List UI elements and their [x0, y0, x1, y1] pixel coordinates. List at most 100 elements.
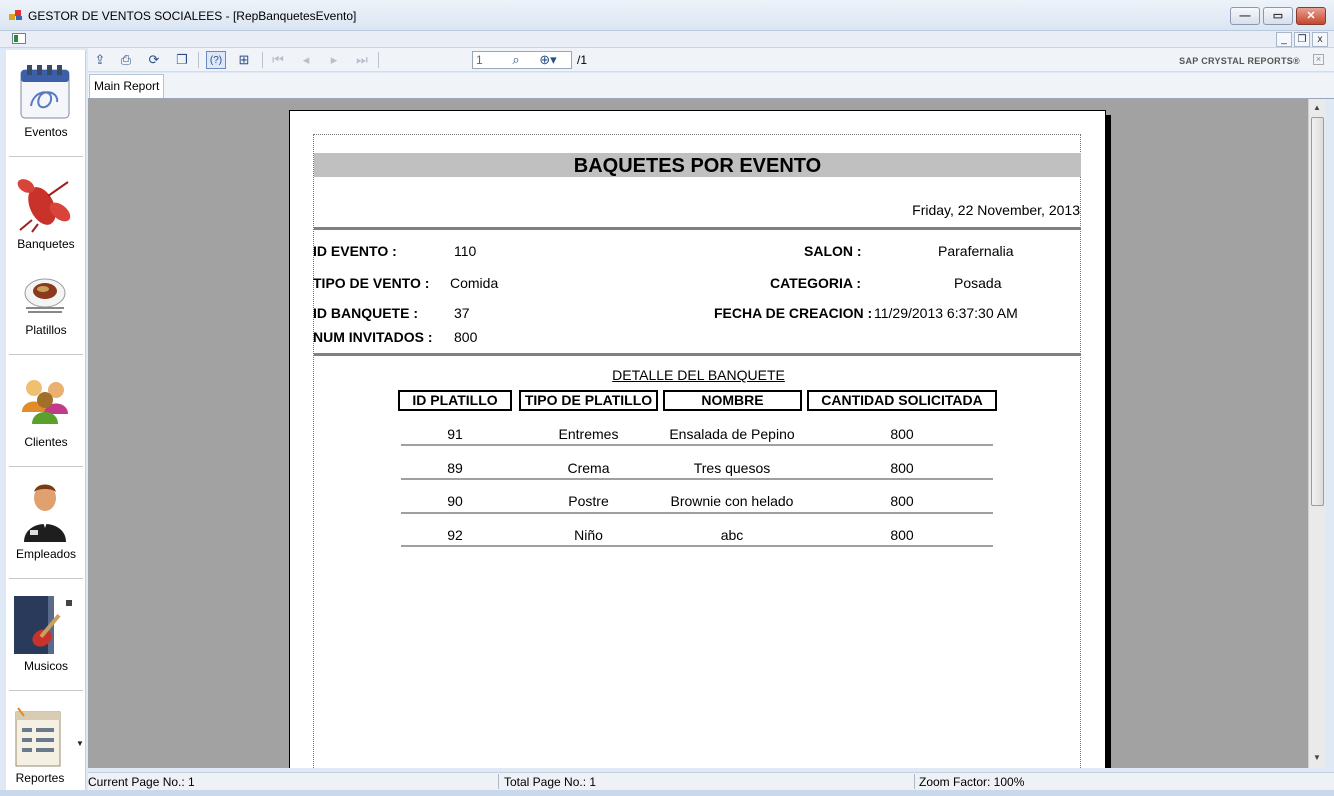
copy-icon[interactable]: ❐ [172, 51, 192, 69]
table-cell: Entremes [558, 426, 619, 442]
next-page-icon[interactable]: ▸ [324, 51, 344, 69]
column-header: CANTIDAD SOLICITADA [807, 390, 997, 411]
prev-page-icon[interactable]: ◂ [296, 51, 316, 69]
maximize-button[interactable]: ▭ [1263, 7, 1293, 25]
scroll-up-icon[interactable]: ▲ [1313, 103, 1321, 112]
refresh-icon[interactable]: ⟳ [144, 51, 164, 69]
sidebar-item-empleados[interactable]: Empleados [6, 478, 86, 564]
sidebar-label-platillos: Platillos [25, 323, 67, 337]
close-icon: ✕ [1306, 10, 1316, 22]
table-cell: 91 [447, 426, 463, 442]
sidebar-item-musicos[interactable]: Musicos [6, 590, 86, 676]
row-divider [401, 478, 993, 480]
tab-main-report[interactable]: Main Report [89, 74, 165, 98]
table-cell: 800 [890, 527, 914, 543]
table-cell: 800 [890, 460, 914, 476]
scroll-thumb[interactable] [1311, 117, 1324, 506]
first-page-icon[interactable]: ⏮ [268, 51, 288, 69]
table-cell: Brownie con helado [670, 493, 794, 509]
table-cell: Niño [574, 527, 603, 543]
child-restore-button[interactable]: ❐ [1294, 32, 1310, 47]
employee-icon [24, 484, 66, 542]
sidebar-item-reportes[interactable]: ▼ Reportes [6, 702, 86, 788]
report-viewer-toolbar: ⇪ ⎙ ⟳ ❐ (?) ⊞ ⏮ ◂ ▸ ⏭ /1 ⌕ ⊕▾ SAP CRYSTA… [88, 48, 1334, 72]
child-window-icon[interactable] [12, 33, 26, 44]
close-button[interactable]: ✕ [1296, 7, 1326, 25]
sidebar-label-empleados: Empleados [15, 547, 77, 561]
zoom-icon[interactable]: ⊕▾ [534, 51, 562, 69]
total-page-status: Total Page No.: 1 [504, 775, 597, 789]
fecha-creacion-value: 11/29/2013 6:37:30 AM [874, 305, 1018, 321]
salon-label: SALON : [804, 243, 862, 259]
window-title: GESTOR DE VENTOS SOCIALEES - [RepBanquet… [28, 9, 357, 23]
table-cell: abc [720, 527, 744, 543]
status-bar: Current Page No.: 1 Total Page No.: 1 Zo… [88, 772, 1334, 790]
tipo-evento-label: TIPO DE VENTO : [313, 275, 430, 291]
print-icon[interactable]: ⎙ [116, 51, 136, 69]
table-cell: 90 [447, 493, 463, 509]
minimize-icon: — [1239, 10, 1251, 22]
help-icon[interactable]: (?) [206, 51, 226, 69]
maximize-icon: ▭ [1272, 10, 1284, 22]
plate-icon [24, 278, 66, 313]
report-page: BAQUETES POR EVENTO Friday, 22 November,… [289, 110, 1106, 768]
export-icon[interactable]: ⇪ [90, 51, 110, 69]
table-cell: 800 [890, 493, 914, 509]
sidebar-label-musicos: Musicos [23, 659, 68, 673]
child-minimize-button[interactable]: _ [1276, 32, 1292, 47]
window-bottom-border [0, 790, 1334, 796]
id-evento-value: 110 [454, 243, 477, 259]
column-header: NOMBRE [663, 390, 802, 411]
app-icon [9, 10, 22, 20]
sidebar-divider [9, 354, 83, 355]
report-title-band: BAQUETES POR EVENTO [314, 153, 1081, 177]
sidebar-label-eventos: Eventos [24, 125, 68, 139]
report-date: Friday, 22 November, 2013 [912, 202, 1080, 218]
id-evento-label: ID EVENTO : [313, 243, 397, 259]
calendar-icon [20, 65, 70, 119]
id-banquete-label: ID BANQUETE : [313, 305, 418, 321]
row-divider [401, 545, 993, 547]
page-total-label: /1 [577, 53, 588, 67]
categoria-value: Posada [954, 275, 1002, 291]
report-icon [15, 707, 61, 767]
zoom-factor-status: Zoom Factor: 100% [919, 775, 1025, 789]
sidebar-item-eventos[interactable]: Eventos [6, 58, 86, 152]
vertical-scrollbar[interactable]: ▲ ▼ [1308, 99, 1326, 768]
sidebar-divider [9, 578, 83, 579]
last-page-icon[interactable]: ⏭ [352, 51, 372, 69]
child-close-button[interactable]: x [1312, 32, 1328, 47]
sidebar-label-reportes: Reportes [15, 771, 65, 785]
lobster-icon [17, 179, 71, 233]
minimize-button[interactable]: — [1230, 7, 1260, 25]
scroll-down-icon[interactable]: ▼ [1313, 753, 1321, 762]
row-divider [401, 512, 993, 514]
sidebar-item-clientes[interactable]: Clientes [6, 368, 86, 454]
sidebar-label-clientes: Clientes [24, 435, 68, 449]
categoria-label: CATEGORIA : [770, 275, 861, 291]
crystal-reports-brand: SAP CRYSTAL REPORTS® [1179, 56, 1300, 66]
sidebar-item-banquetes[interactable]: Banquetes [6, 168, 86, 254]
fecha-creacion-label: FECHA DE CREACION : [714, 305, 873, 321]
salon-value: Parafernalia [938, 243, 1014, 259]
table-cell: Crema [567, 460, 610, 476]
sidebar-item-platillos[interactable]: Platillos [6, 262, 86, 342]
close-icon[interactable]: × [1313, 54, 1324, 65]
sidebar-divider [9, 156, 83, 157]
table-cell: Postre [568, 493, 609, 509]
report-title: BAQUETES POR EVENTO [573, 155, 822, 177]
window-title-bar: GESTOR DE VENTOS SOCIALEES - [RepBanquet… [0, 0, 1334, 31]
column-header: ID PLATILLO [398, 390, 512, 411]
find-icon[interactable]: ⌕ [506, 51, 526, 69]
current-page-status: Current Page No.: 1 [88, 775, 195, 789]
group-tree-icon[interactable]: ⊞ [234, 51, 254, 69]
id-banquete-value: 37 [454, 305, 470, 321]
sidebar-label-banquetes: Banquetes [17, 237, 75, 251]
sidebar-divider [9, 690, 83, 691]
table-cell: Ensalada de Pepino [669, 426, 795, 442]
dropdown-arrow-icon[interactable]: ▼ [76, 739, 84, 748]
column-header: TIPO DE PLATILLO [519, 390, 658, 411]
divider [314, 227, 1081, 230]
report-canvas: BAQUETES POR EVENTO Friday, 22 November,… [88, 99, 1308, 768]
sidebar-divider [9, 466, 83, 467]
